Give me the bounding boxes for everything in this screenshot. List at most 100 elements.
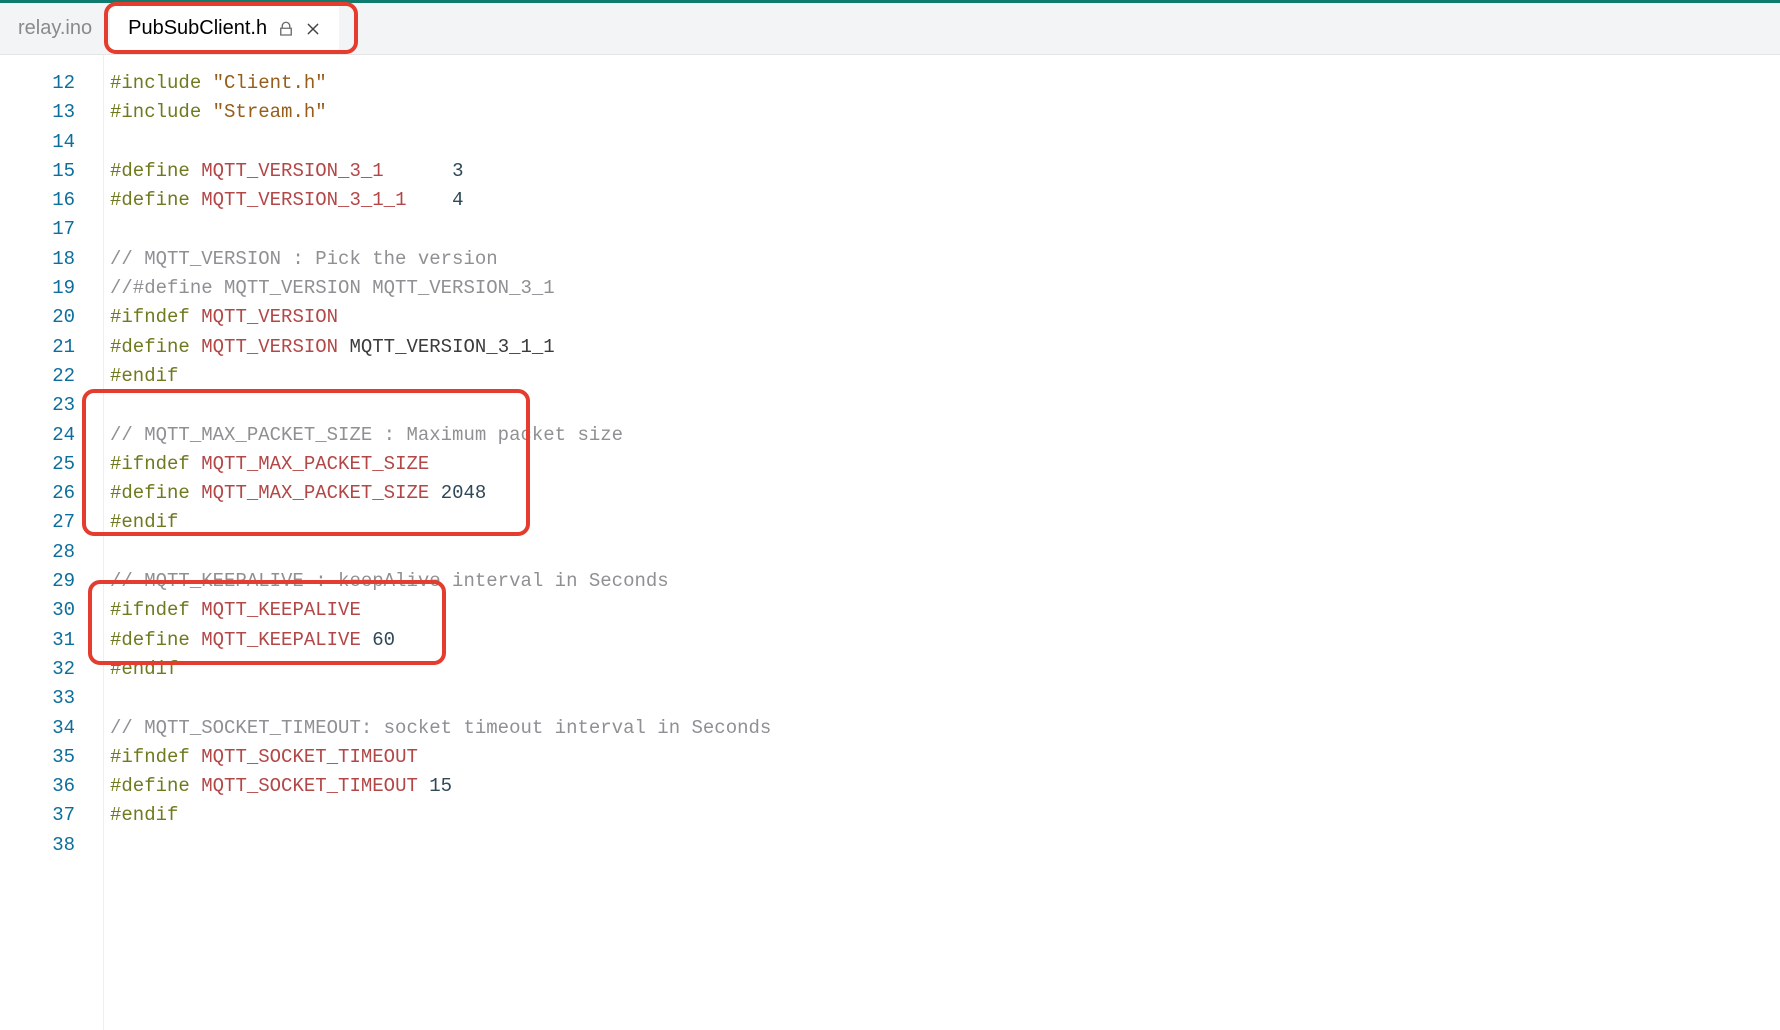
code-token: MQTT_KEEPALIVE bbox=[201, 599, 361, 621]
code-token: #define bbox=[110, 189, 190, 211]
code-token: MQTT_VERSION_3_1 bbox=[201, 160, 383, 182]
code-token bbox=[190, 336, 201, 358]
line-number: 17 bbox=[0, 215, 103, 244]
code-token bbox=[190, 599, 201, 621]
code-token: #include bbox=[110, 101, 201, 123]
code-line[interactable]: #ifndef MQTT_MAX_PACKET_SIZE bbox=[110, 450, 1780, 479]
code-token: 60 bbox=[372, 629, 395, 651]
code-token: MQTT_KEEPALIVE bbox=[201, 629, 361, 651]
code-token: // MQTT_VERSION : Pick the version bbox=[110, 248, 498, 270]
code-line[interactable]: #ifndef MQTT_KEEPALIVE bbox=[110, 596, 1780, 625]
code-line[interactable]: #endif bbox=[110, 508, 1780, 537]
editor-area[interactable]: 1213141516171819202122232425262728293031… bbox=[0, 55, 1780, 1030]
code-token: MQTT_VERSION_3_1_1 bbox=[201, 189, 406, 211]
code-line[interactable]: #endif bbox=[110, 655, 1780, 684]
line-number: 32 bbox=[0, 655, 103, 684]
code-token bbox=[190, 775, 201, 797]
line-number: 20 bbox=[0, 303, 103, 332]
line-number: 38 bbox=[0, 831, 103, 860]
code-line[interactable] bbox=[110, 128, 1780, 157]
code-token: MQTT_VERSION bbox=[201, 306, 338, 328]
code-token bbox=[190, 306, 201, 328]
line-number: 36 bbox=[0, 772, 103, 801]
code-token: 4 bbox=[452, 189, 463, 211]
code-token bbox=[190, 189, 201, 211]
tab-bar: relay.ino PubSubClient.h bbox=[0, 3, 1780, 55]
code-line[interactable]: #define MQTT_VERSION_3_1_1 4 bbox=[110, 186, 1780, 215]
line-number: 12 bbox=[0, 69, 103, 98]
code-token: #endif bbox=[110, 511, 178, 533]
line-number-gutter: 1213141516171819202122232425262728293031… bbox=[0, 55, 104, 1030]
code-line[interactable]: // MQTT_VERSION : Pick the version bbox=[110, 245, 1780, 274]
line-number: 15 bbox=[0, 157, 103, 186]
tab-label: PubSubClient.h bbox=[128, 17, 267, 40]
code-line[interactable] bbox=[110, 215, 1780, 244]
line-number: 24 bbox=[0, 421, 103, 450]
line-number: 23 bbox=[0, 391, 103, 420]
code-line[interactable]: #define MQTT_VERSION_3_1 3 bbox=[110, 157, 1780, 186]
code-token: #define bbox=[110, 629, 190, 651]
code-line[interactable]: //#define MQTT_VERSION MQTT_VERSION_3_1 bbox=[110, 274, 1780, 303]
code-token: #define bbox=[110, 482, 190, 504]
code-token bbox=[190, 629, 201, 651]
line-number: 22 bbox=[0, 362, 103, 391]
line-number: 16 bbox=[0, 186, 103, 215]
code-line[interactable]: #include "Stream.h" bbox=[110, 98, 1780, 127]
code-line[interactable]: #define MQTT_KEEPALIVE 60 bbox=[110, 626, 1780, 655]
code-view[interactable]: #include "Client.h"#include "Stream.h" #… bbox=[104, 55, 1780, 1030]
code-token: #define bbox=[110, 160, 190, 182]
code-token bbox=[429, 482, 440, 504]
code-line[interactable] bbox=[110, 831, 1780, 860]
line-number: 18 bbox=[0, 245, 103, 274]
line-number: 19 bbox=[0, 274, 103, 303]
code-token: #ifndef bbox=[110, 306, 190, 328]
code-line[interactable] bbox=[110, 684, 1780, 713]
code-line[interactable]: #ifndef MQTT_SOCKET_TIMEOUT bbox=[110, 743, 1780, 772]
code-token: "Stream.h" bbox=[213, 101, 327, 123]
line-number: 28 bbox=[0, 538, 103, 567]
code-token: MQTT_SOCKET_TIMEOUT bbox=[201, 775, 418, 797]
code-token: "Client.h" bbox=[213, 72, 327, 94]
code-token: #ifndef bbox=[110, 746, 190, 768]
code-token bbox=[406, 189, 452, 211]
code-token: MQTT_MAX_PACKET_SIZE bbox=[201, 482, 429, 504]
code-token: #endif bbox=[110, 365, 178, 387]
code-line[interactable]: #endif bbox=[110, 801, 1780, 830]
code-line[interactable]: #define MQTT_MAX_PACKET_SIZE 2048 bbox=[110, 479, 1780, 508]
code-line[interactable]: #define MQTT_SOCKET_TIMEOUT 15 bbox=[110, 772, 1780, 801]
line-number: 33 bbox=[0, 684, 103, 713]
line-number: 27 bbox=[0, 508, 103, 537]
tab-relay-ino[interactable]: relay.ino bbox=[0, 3, 110, 54]
code-line[interactable]: #endif bbox=[110, 362, 1780, 391]
code-token: 15 bbox=[429, 775, 452, 797]
code-token: // MQTT_KEEPALIVE : keepAlive interval i… bbox=[110, 570, 669, 592]
code-token: #ifndef bbox=[110, 599, 190, 621]
code-token: 3 bbox=[452, 160, 463, 182]
code-line[interactable]: // MQTT_MAX_PACKET_SIZE : Maximum packet… bbox=[110, 421, 1780, 450]
code-line[interactable]: #define MQTT_VERSION MQTT_VERSION_3_1_1 bbox=[110, 333, 1780, 362]
code-line[interactable]: // MQTT_SOCKET_TIMEOUT: socket timeout i… bbox=[110, 714, 1780, 743]
line-number: 13 bbox=[0, 98, 103, 127]
code-token: MQTT_MAX_PACKET_SIZE bbox=[201, 453, 429, 475]
code-line[interactable]: // MQTT_KEEPALIVE : keepAlive interval i… bbox=[110, 567, 1780, 596]
close-icon[interactable] bbox=[305, 21, 321, 37]
code-token bbox=[338, 336, 349, 358]
code-line[interactable] bbox=[110, 538, 1780, 567]
line-number: 30 bbox=[0, 596, 103, 625]
code-line[interactable]: #include "Client.h" bbox=[110, 69, 1780, 98]
line-number: 34 bbox=[0, 714, 103, 743]
line-number: 21 bbox=[0, 333, 103, 362]
code-line[interactable]: #ifndef MQTT_VERSION bbox=[110, 303, 1780, 332]
line-number: 29 bbox=[0, 567, 103, 596]
code-token bbox=[384, 160, 452, 182]
code-token: #ifndef bbox=[110, 453, 190, 475]
line-number: 37 bbox=[0, 801, 103, 830]
code-token: MQTT_VERSION bbox=[201, 336, 338, 358]
code-token: // MQTT_SOCKET_TIMEOUT: socket timeout i… bbox=[110, 717, 771, 739]
tab-pubsubclient-h[interactable]: PubSubClient.h bbox=[110, 3, 339, 54]
code-token bbox=[190, 482, 201, 504]
code-token: //#define MQTT_VERSION MQTT_VERSION_3_1 bbox=[110, 277, 555, 299]
code-token: MQTT_VERSION_3_1_1 bbox=[349, 336, 554, 358]
line-number: 26 bbox=[0, 479, 103, 508]
code-line[interactable] bbox=[110, 391, 1780, 420]
